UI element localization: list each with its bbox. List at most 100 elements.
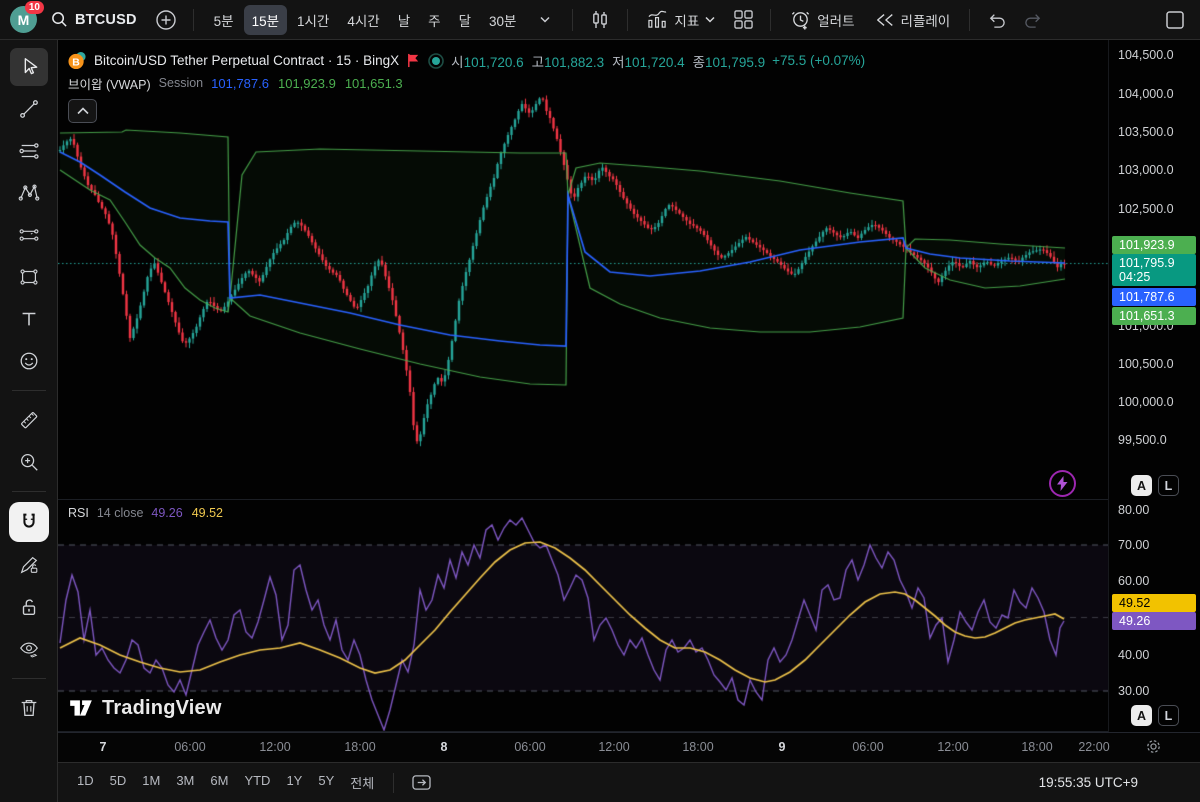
fullscreen-button[interactable]	[1160, 5, 1190, 35]
range-전체[interactable]: 전체	[343, 769, 381, 796]
rsi-values: 49.2649.52	[151, 506, 223, 520]
tool-ruler[interactable]	[10, 401, 48, 439]
data-status-icon[interactable]	[428, 53, 444, 69]
chevron-down-icon	[705, 16, 715, 23]
tool-projection[interactable]	[10, 216, 48, 254]
auto-scale-button[interactable]: A	[1131, 705, 1152, 726]
range-5D[interactable]: 5D	[103, 769, 134, 796]
alert-button[interactable]: 얼러트	[783, 4, 861, 35]
vwap-value-2: 101,651.3	[345, 76, 403, 91]
replay-button[interactable]: 리플레이	[868, 5, 958, 35]
timeframe-달[interactable]: 달	[451, 5, 479, 35]
market-flag-icon[interactable]	[406, 53, 421, 68]
vwap-legend-row[interactable]: 브이왑 (VWAP) Session 101,787.6101,923.9101…	[68, 73, 865, 93]
compare-add-button[interactable]	[151, 5, 181, 35]
separator	[393, 773, 394, 793]
tool-trend-line[interactable]	[10, 90, 48, 128]
time-tick: 18:00	[1021, 740, 1052, 754]
redo-button[interactable]	[1018, 5, 1048, 35]
pane-divider[interactable]	[58, 499, 1108, 500]
vwap-value-0: 101,787.6	[211, 76, 269, 91]
vwap-value-1: 101,923.9	[278, 76, 336, 91]
time-axis[interactable]: 706:0012:0018:00806:0012:0018:00906:0012…	[58, 732, 1200, 763]
tool-draw-lock[interactable]	[10, 546, 48, 584]
timeframe-5분[interactable]: 5분	[206, 5, 242, 35]
chart-area[interactable]: B Bitcoin/USD Tether Perpetual Contract …	[58, 40, 1200, 802]
symbol-title[interactable]: Bitcoin/USD Tether Perpetual Contract · …	[94, 53, 399, 68]
auto-scale-button[interactable]: A	[1131, 475, 1152, 496]
time-tick: 12:00	[259, 740, 290, 754]
notification-badge: 10	[25, 1, 44, 14]
tool-trash[interactable]	[10, 689, 48, 727]
rectangle-icon	[18, 266, 40, 288]
tool-emoji[interactable]	[10, 342, 48, 380]
range-1M[interactable]: 1M	[135, 769, 167, 796]
price-badge: 101,795.904:25	[1112, 254, 1196, 286]
price-badge: 101,651.3	[1112, 307, 1196, 325]
time-tick: 06:00	[514, 740, 545, 754]
toolbar-divider	[12, 390, 46, 391]
timeframe-dropdown[interactable]	[530, 5, 560, 35]
square-icon	[1165, 10, 1185, 30]
chart-style-button[interactable]	[585, 5, 615, 35]
draw-lock-icon	[18, 554, 40, 576]
time-tick: 18:00	[682, 740, 713, 754]
timeframe-주[interactable]: 주	[420, 5, 448, 35]
range-3M[interactable]: 3M	[169, 769, 201, 796]
timeframe-15분[interactable]: 15분	[244, 5, 287, 35]
tool-zoom-in[interactable]	[10, 443, 48, 481]
symbol-name: BTCUSD	[75, 12, 137, 28]
range-YTD[interactable]: YTD	[237, 769, 277, 796]
tool-magnet[interactable]	[9, 502, 49, 542]
indicators-icon	[647, 10, 668, 29]
range-1D[interactable]: 1D	[70, 769, 101, 796]
timeframe-4시간[interactable]: 4시간	[339, 5, 387, 35]
indicators-button[interactable]: 지표	[640, 5, 722, 35]
collapse-legend-button[interactable]	[68, 99, 97, 123]
emoji-icon	[18, 350, 40, 372]
instant-order-lightning-button[interactable]	[1049, 470, 1076, 497]
chevron-down-icon	[540, 16, 550, 23]
axis-label: 100,500.0	[1118, 357, 1174, 371]
timeframe-1시간[interactable]: 1시간	[289, 5, 337, 35]
tool-lock[interactable]	[10, 588, 48, 626]
price-axis[interactable]: 104,500.0104,000.0103,500.0103,000.0102,…	[1108, 40, 1200, 732]
range-1Y[interactable]: 1Y	[279, 769, 309, 796]
axis-label: 103,000.0	[1118, 163, 1174, 177]
price-badge: 49.26	[1112, 612, 1196, 630]
tool-text[interactable]	[10, 300, 48, 338]
bottom-toolbar: 1D5D1M3M6MYTD1Y5Y전체 19:55:35 UTC+9	[58, 762, 1200, 802]
separator	[969, 9, 970, 31]
tradingview-watermark: TradingView	[68, 695, 222, 721]
drawing-toolbar	[0, 40, 58, 802]
tool-parallel-lines[interactable]	[10, 132, 48, 170]
user-avatar[interactable]: M 10	[10, 6, 37, 33]
undo-button[interactable]	[982, 5, 1012, 35]
log-scale-button[interactable]: L	[1158, 475, 1179, 496]
tool-rectangle[interactable]	[10, 258, 48, 296]
range-5Y[interactable]: 5Y	[311, 769, 341, 796]
tool-cursor[interactable]	[10, 48, 48, 86]
toolbar-divider	[12, 491, 46, 492]
price-badge: 49.52	[1112, 594, 1196, 612]
rsi-legend[interactable]: RSI 14 close 49.2649.52	[68, 506, 223, 520]
top-toolbar: M 10 BTCUSD 5분15분1시간4시간날주달30분 지표 얼러트 리플레…	[0, 0, 1200, 40]
log-scale-button[interactable]: L	[1158, 705, 1179, 726]
ohlc-종: 종101,795.9	[693, 51, 765, 71]
tool-xabcd-pattern[interactable]	[10, 174, 48, 212]
timeframe-30분[interactable]: 30분	[481, 5, 524, 35]
timezone-settings-button[interactable]	[1145, 738, 1162, 755]
indicator-templates-button[interactable]	[728, 5, 758, 35]
axis-label: 102,500.0	[1118, 202, 1174, 216]
clock[interactable]: 19:55:35 UTC+9	[1039, 775, 1188, 790]
symbol-search-button[interactable]: BTCUSD	[43, 7, 145, 32]
axis-label: 30.00	[1118, 684, 1149, 698]
go-to-date-button[interactable]	[406, 768, 436, 798]
rsi-value-0: 49.26	[151, 506, 182, 520]
ohlc-values: 시101,720.6고101,882.3저101,720.4종101,795.9	[451, 51, 765, 71]
plus-circle-icon	[155, 9, 177, 31]
tool-eye[interactable]	[10, 630, 48, 668]
price-change: +75.5 (+0.07%)	[772, 53, 865, 68]
range-6M[interactable]: 6M	[203, 769, 235, 796]
timeframe-날[interactable]: 날	[390, 5, 418, 35]
